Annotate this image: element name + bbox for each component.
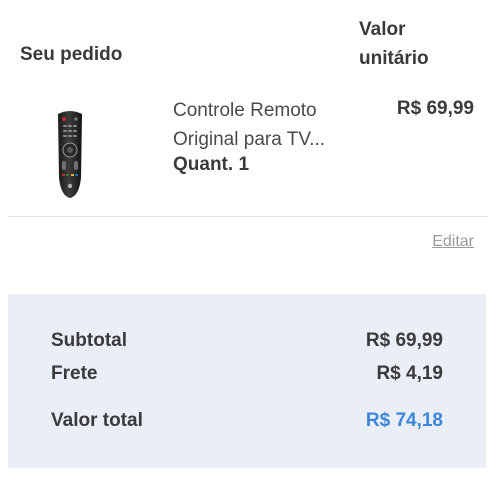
product-name: Controle Remoto Original para TV... [173,96,343,154]
unit-value-heading-line1: Valor [359,19,406,40]
shipping-value: R$ 4,19 [376,363,443,384]
product-name-line2: Original para TV... [173,129,326,150]
tv-remote-control-image [58,111,82,198]
total-row: Valor total R$ 74,18 [51,410,443,432]
shipping-label: Frete [51,363,98,384]
edit-link[interactable]: Editar [432,233,474,251]
total-label: Valor total [51,410,143,431]
shipping-row: Frete R$ 4,19 [51,363,443,385]
subtotal-label: Subtotal [51,330,127,351]
unit-value-heading: Valor unitário [359,15,479,73]
subtotal-row: Subtotal R$ 69,99 [51,330,443,352]
product-unit-price: R$ 69,99 [396,98,474,119]
unit-value-heading-line2: unitário [359,48,429,69]
subtotal-value: R$ 69,99 [365,330,443,351]
product-quantity: Quant. 1 [173,154,250,175]
order-heading: Seu pedido [20,44,123,65]
total-value: R$ 74,18 [365,410,443,431]
totals-box: Subtotal R$ 69,99 Frete R$ 4,19 Valor to… [8,294,486,468]
product-name-line1: Controle Remoto [173,100,317,121]
divider [8,216,488,217]
order-summary-panel: Seu pedido Valor unitário Controle Remot… [0,0,500,486]
